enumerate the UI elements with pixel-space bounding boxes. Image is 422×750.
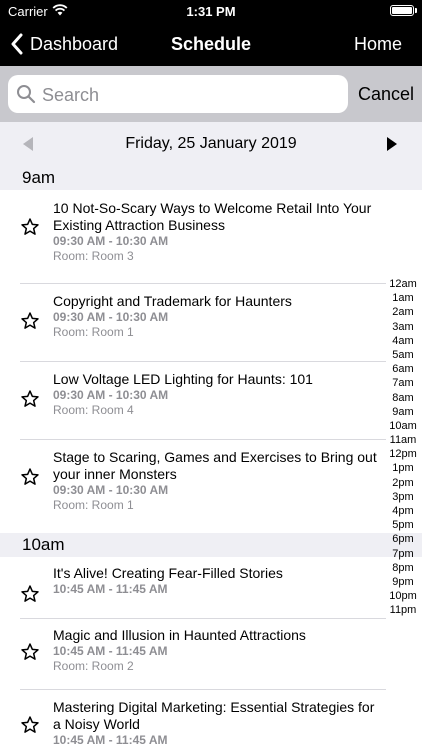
hour-index[interactable]: 12am 1am 2am 3am 4am 5am 6am 7am 8am 9am… (387, 277, 419, 618)
hour-index-item[interactable]: 10am (387, 419, 419, 433)
navigation-bar: Dashboard Schedule Home (0, 22, 422, 66)
session-row[interactable]: Mastering Digital Marketing: Essential S… (0, 690, 422, 750)
session-row[interactable]: Stage to Scaring, Games and Exercises to… (0, 440, 422, 533)
hour-index-item[interactable]: 6am (387, 362, 419, 376)
hour-index-item[interactable]: 4am (387, 334, 419, 348)
hour-index-item[interactable]: 5am (387, 348, 419, 362)
session-title: Magic and Illusion in Haunted Attraction… (53, 627, 306, 643)
hour-index-item[interactable]: 4pm (387, 504, 419, 518)
hour-index-item[interactable]: 1am (387, 291, 419, 305)
session-time: 09:30 AM - 10:30 AM (53, 388, 169, 402)
back-button[interactable]: Dashboard (10, 22, 118, 66)
section-header-10am: 10am (0, 533, 422, 557)
status-bar: Carrier 1:31 PM (0, 0, 422, 22)
star-outline-icon[interactable] (20, 217, 40, 237)
session-row[interactable]: Magic and Illusion in Haunted Attraction… (0, 619, 422, 689)
status-time: 1:31 PM (186, 4, 236, 19)
star-outline-icon[interactable] (20, 467, 40, 487)
triangle-right-icon[interactable] (386, 137, 398, 151)
battery-tip (415, 8, 417, 13)
search-bar: Cancel (0, 66, 422, 122)
session-title: 10 Not-So-Scary Ways to Welcome Retail I… (53, 200, 372, 233)
session-room: Room: Room 1 (53, 498, 134, 512)
session-time: 09:30 AM - 10:30 AM (53, 310, 169, 324)
star-outline-icon[interactable] (20, 715, 40, 735)
date-selector: Friday, 25 January 2019 (0, 122, 422, 166)
hour-index-item[interactable]: 11am (387, 433, 419, 447)
session-title: Copyright and Trademark for Haunters (53, 293, 292, 309)
session-room: Room: Room 4 (53, 403, 134, 417)
session-room: Room: Room 2 (53, 659, 134, 673)
hour-index-item[interactable]: 12am (387, 277, 419, 291)
session-time: 10:45 AM - 11:45 AM (53, 644, 168, 658)
battery-icon (390, 5, 414, 16)
hour-index-item[interactable]: 7am (387, 376, 419, 390)
session-title: Stage to Scaring, Games and Exercises to… (53, 449, 377, 482)
session-row[interactable]: Copyright and Trademark for Haunters 09:… (0, 284, 422, 361)
star-outline-icon[interactable] (20, 642, 40, 662)
session-time: 10:45 AM - 11:45 AM (53, 582, 168, 596)
chevron-left-icon (11, 33, 23, 55)
session-row[interactable]: 10 Not-So-Scary Ways to Welcome Retail I… (0, 190, 422, 283)
hour-index-item[interactable]: 7pm (387, 547, 419, 561)
star-outline-icon[interactable] (20, 584, 40, 604)
star-outline-icon[interactable] (20, 311, 40, 331)
search-input[interactable] (40, 75, 344, 115)
hour-index-item[interactable]: 5pm (387, 518, 419, 532)
section-header-9am: 9am (0, 166, 422, 190)
cancel-button[interactable]: Cancel (358, 66, 414, 122)
session-room: Room: Room 1 (53, 325, 134, 339)
hour-index-item[interactable]: 9am (387, 405, 419, 419)
hour-index-item[interactable]: 8am (387, 391, 419, 405)
session-time: 09:30 AM - 10:30 AM (53, 483, 169, 497)
hour-index-item[interactable]: 8pm (387, 561, 419, 575)
search-icon (17, 85, 36, 104)
session-title: Low Voltage LED Lighting for Haunts: 101 (53, 371, 313, 387)
hour-index-item[interactable]: 3pm (387, 490, 419, 504)
search-field[interactable] (8, 75, 348, 115)
session-title: It's Alive! Creating Fear-Filled Stories (53, 565, 283, 581)
session-time: 09:30 AM - 10:30 AM (53, 234, 169, 248)
session-row[interactable]: Low Voltage LED Lighting for Haunts: 101… (0, 362, 422, 439)
hour-index-item[interactable]: 2am (387, 305, 419, 319)
current-date: Friday, 25 January 2019 (125, 135, 297, 152)
hour-index-item[interactable]: 12pm (387, 447, 419, 461)
back-button-label: Dashboard (30, 33, 119, 54)
session-room: Room: Room 3 (53, 249, 134, 263)
hour-index-item[interactable]: 9pm (387, 575, 419, 589)
session-row[interactable]: It's Alive! Creating Fear-Filled Stories… (0, 557, 422, 618)
hour-index-item[interactable]: 11pm (387, 603, 419, 617)
schedule-list[interactable]: 9am 10 Not-So-Scary Ways to Welcome Reta… (0, 166, 422, 750)
home-button[interactable]: Home (354, 22, 402, 66)
hour-index-item[interactable]: 10pm (387, 589, 419, 603)
hour-index-item[interactable]: 3am (387, 320, 419, 334)
session-title: Mastering Digital Marketing: Essential S… (53, 699, 375, 732)
session-time: 10:45 AM - 11:45 AM (53, 733, 168, 747)
hour-index-item[interactable]: 1pm (387, 461, 419, 475)
star-outline-icon[interactable] (20, 389, 40, 409)
hour-index-item[interactable]: 2pm (387, 476, 419, 490)
hour-index-item[interactable]: 6pm (387, 532, 419, 546)
